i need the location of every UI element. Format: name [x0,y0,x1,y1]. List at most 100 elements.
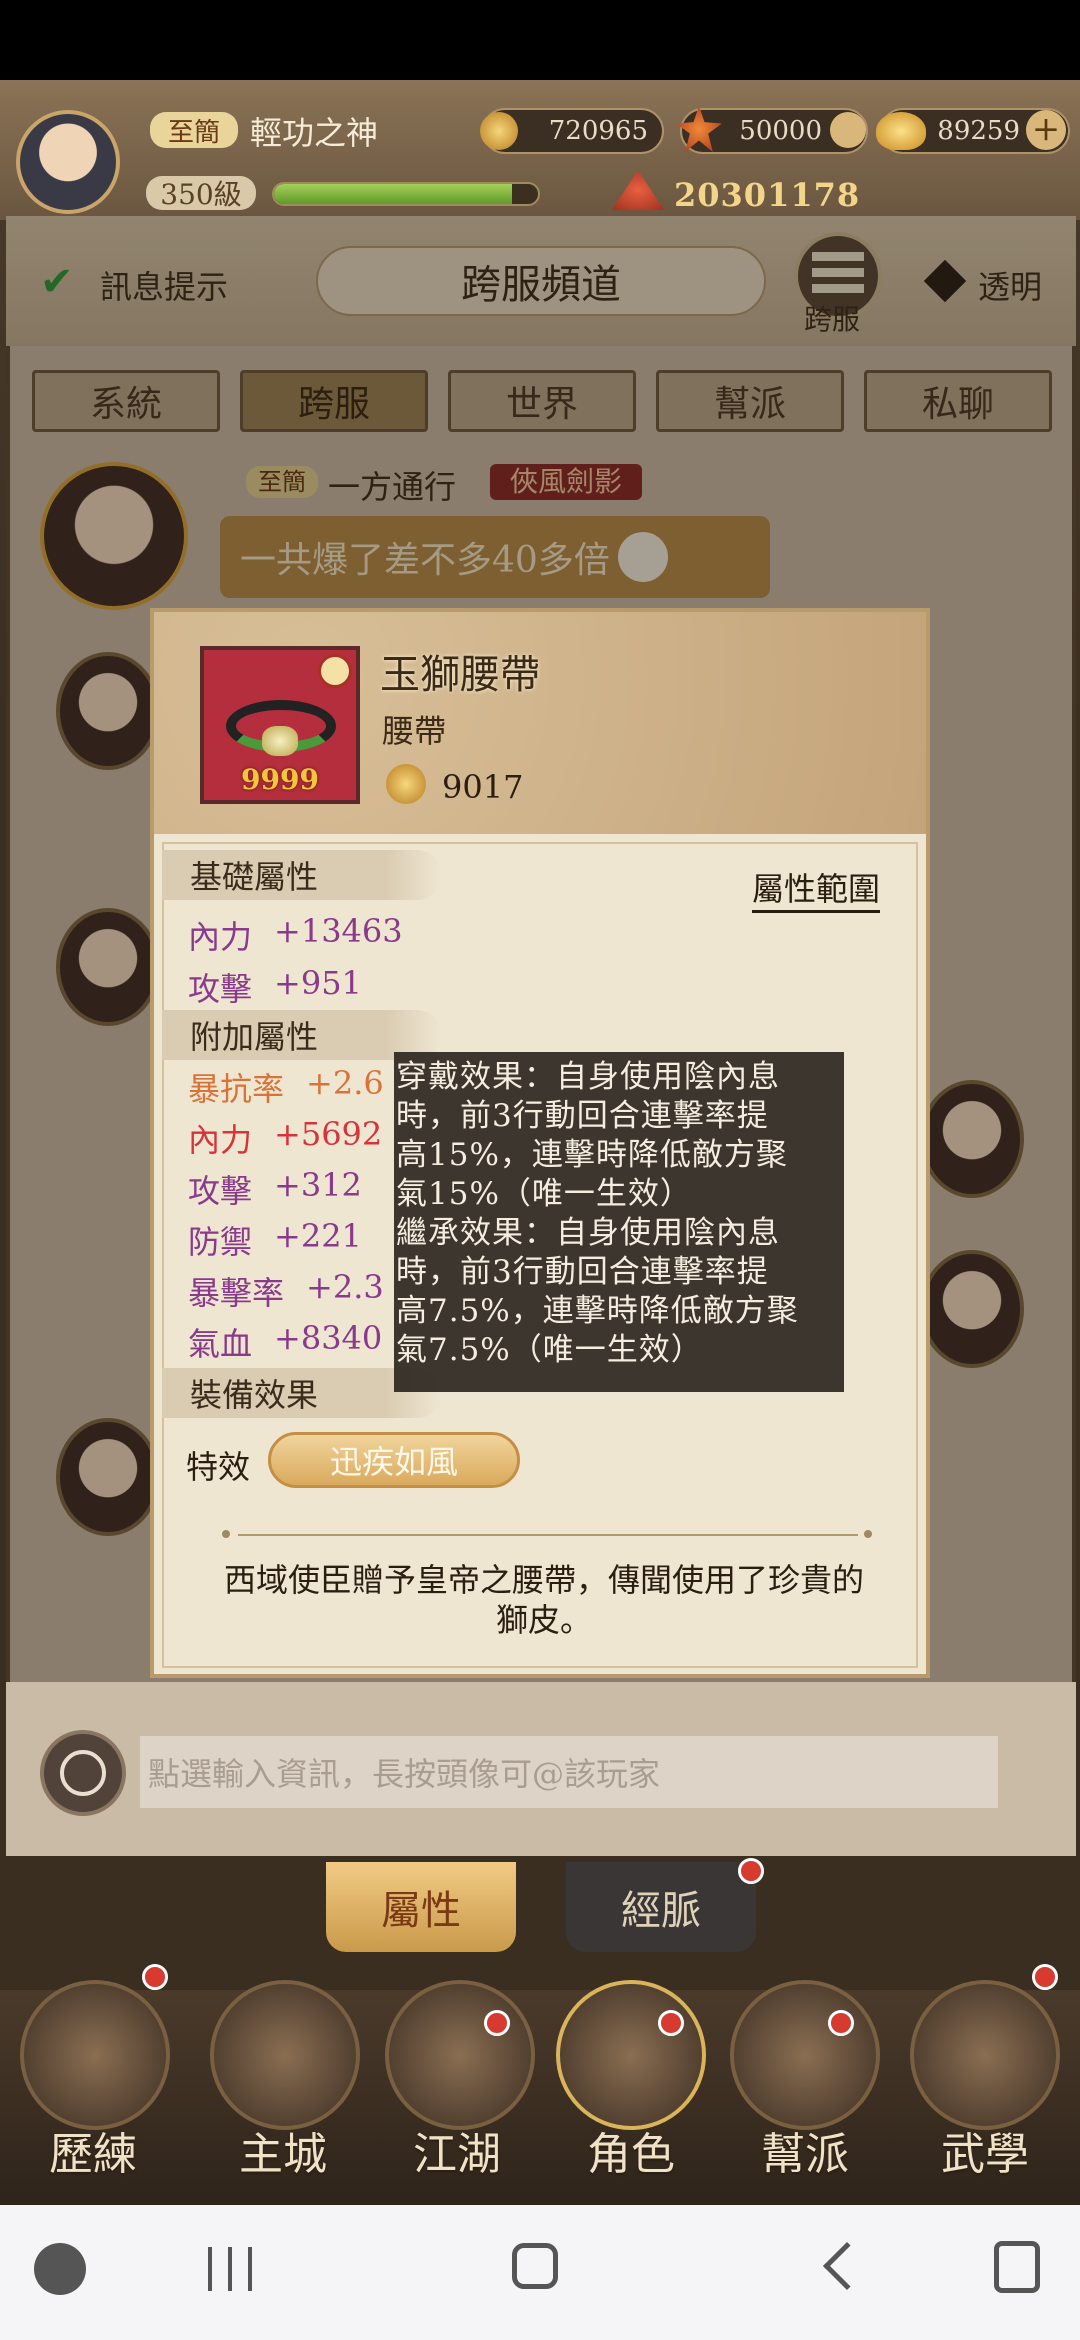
item-name: 玉獅腰帶 [380,652,540,698]
item-icon: 9999 [200,646,360,804]
dock-label: 主城 [239,2129,327,2180]
emoji-button[interactable] [40,1730,126,1816]
screen-lock-icon[interactable] [994,2241,1040,2293]
tooltip-line: 高15%，連擊時降低敵方聚 [396,1137,788,1173]
vip-badge: 至簡 [150,112,238,148]
game-launcher-icon[interactable] [34,2243,86,2295]
dock-character-button[interactable] [556,1980,706,2130]
quality-icon [318,654,352,688]
stat-value: +8340 [274,1319,383,1357]
dock-label: 角色 [587,2129,675,2180]
attribute-range-link[interactable]: 屬性範圍 [752,864,881,913]
chat-input-placeholder: 點選輸入資訊，長按頭像可@該玩家 [148,1755,661,1793]
power-value: 20301178 [674,176,861,214]
dock-city-button[interactable] [210,1980,360,2130]
dock-label: 武學 [941,2129,1029,2180]
notification-dot [828,2010,854,2036]
ingot-add-button[interactable]: + [1026,110,1066,150]
stat-value: +5692 [274,1115,383,1153]
energy-value: 50000 [739,116,822,146]
tab-meridians[interactable]: 經脈 [566,1862,756,1952]
stat-row: 內力 +5692 [188,1115,382,1161]
stat-name: 暴抗率 [188,1070,285,1108]
divider-dot [222,1530,230,1538]
player-avatar[interactable] [16,110,120,214]
ingot-icon [876,112,926,150]
divider-dot [864,1530,872,1538]
divider [238,1534,858,1536]
recent-apps-button[interactable] [208,2247,258,2291]
silver-icon [480,112,518,150]
chat-input[interactable]: 點選輸入資訊，長按頭像可@該玩家 [140,1736,998,1808]
tooltip-line: 氣7.5%（唯一生效） [396,1332,703,1368]
score-icon [386,764,426,804]
notification-dot [658,2010,684,2036]
exp-bar [272,182,540,206]
stat-name: 氣血 [188,1325,253,1363]
notification-dot [484,2010,510,2036]
tab-attributes[interactable]: 屬性 [326,1862,516,1952]
stat-value: +2.3 [306,1268,384,1306]
item-description: 西域使臣贈予皇帝之腰帶，傳聞使用了珍貴的獅皮。 [223,1561,864,1639]
stat-row: 攻擊 +312 [188,1166,362,1212]
tooltip-line: 時，前3行動回合連擊率提 [396,1254,769,1290]
tooltip-line: 氣15%（唯一生效） [396,1176,692,1212]
dock-label: 江湖 [413,2129,501,2180]
stat-row: 氣血 +8340 [188,1319,382,1365]
effect-button[interactable]: 迅疾如風 [268,1432,520,1488]
effect-button-label: 迅疾如風 [329,1443,458,1481]
stat-row: 內力 +13463 [188,912,403,958]
silver-value: 720965 [548,116,648,146]
item-count: 9999 [241,763,319,796]
notification-dot [1032,1964,1058,1990]
base-stats-header: 基礎屬性 [162,850,442,900]
stat-row: 暴擊率 +2.3 [188,1268,384,1314]
notification-dot [738,1858,764,1884]
ingot-value: 89259 [937,116,1020,146]
stat-name: 暴擊率 [188,1274,285,1312]
back-button[interactable] [822,2241,872,2291]
stat-row: 攻擊 +951 [188,964,362,1010]
stat-name: 攻擊 [188,1172,253,1210]
stat-value: +951 [274,964,362,1002]
notification-dot [142,1964,168,1990]
stat-value: +2.6 [306,1064,384,1102]
tab-meridians-label: 經脈 [621,1888,701,1934]
tab-attributes-label: 屬性 [381,1888,461,1934]
dock-jianghu-button[interactable] [385,1980,535,2130]
home-button[interactable] [512,2243,558,2289]
dock-training-button[interactable] [20,1980,170,2130]
dock-label: 幫派 [761,2129,849,2180]
player-name: 輕功之神 [250,114,379,152]
dock-guild-button[interactable] [730,1980,880,2130]
item-score: 9017 [442,768,524,806]
base-stats-title: 基礎屬性 [190,858,319,896]
dock-label: 歷練 [49,2129,137,2180]
stat-value: +312 [274,1166,362,1204]
tooltip-line: 高7.5%，連擊時降低敵方聚 [396,1293,799,1329]
effect-label: 特效 [186,1448,251,1486]
effect-tooltip: 穿戴效果：自身使用陰內息 時，前3行動回合連擊率提 高15%，連擊時降低敵方聚 氣15… [394,1052,844,1392]
gem-icon [262,726,298,756]
tooltip-line: 時，前3行動回合連擊率提 [396,1098,769,1134]
extra-stats-title: 附加屬性 [190,1018,319,1056]
tooltip-line: 繼承效果：自身使用陰內息 [396,1215,780,1251]
smiley-icon [60,1750,106,1796]
stat-row: 暴抗率 +2.6 [188,1064,384,1110]
energy-add-icon[interactable] [830,112,866,148]
stat-value: +221 [274,1217,362,1255]
stat-value: +13463 [274,912,403,950]
system-nav-bar [0,2205,1080,2340]
equip-effect-title: 裝備效果 [190,1376,319,1414]
stat-name: 防禦 [188,1223,253,1261]
stat-name: 攻擊 [188,970,253,1008]
tooltip-line: 穿戴效果：自身使用陰內息 [396,1059,780,1095]
dock-martial-button[interactable] [910,1980,1060,2130]
status-bar [0,0,1080,80]
stat-row: 防禦 +221 [188,1217,362,1263]
stat-name: 內力 [188,918,253,956]
level-badge: 350級 [146,176,256,211]
exp-bar-fill [274,184,512,204]
stat-name: 內力 [188,1121,253,1159]
item-type: 腰帶 [382,712,447,750]
